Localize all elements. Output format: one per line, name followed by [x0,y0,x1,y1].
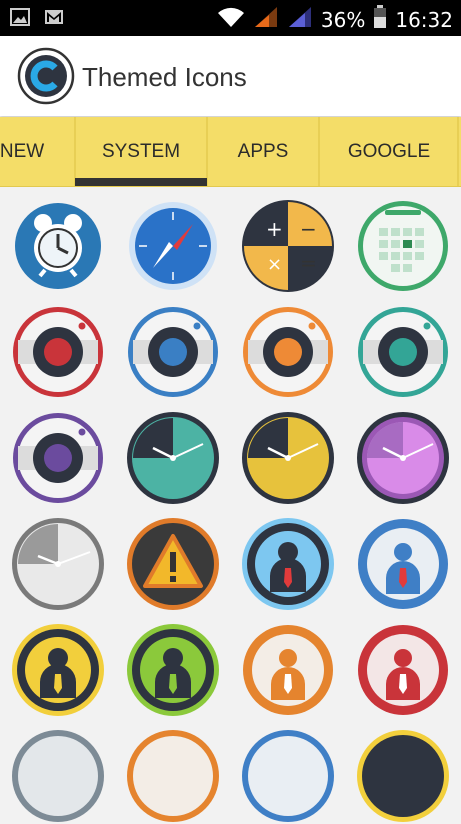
clock-yellow-icon[interactable] [240,410,336,506]
partial-orange-icon[interactable] [125,728,221,824]
tab-apps[interactable]: APPS [208,117,318,186]
clock-purple-icon[interactable] [355,410,451,506]
tab-google[interactable]: GOOGLE [320,117,458,186]
tab-divider [457,117,459,186]
calendar-icon[interactable] [355,198,451,294]
clock-time: 16:32 [395,7,453,32]
partial-blue-icon[interactable] [240,728,336,824]
tab-system[interactable]: SYSTEM [76,117,206,186]
alarm-clock-icon[interactable] [10,198,106,294]
app-logo-icon [17,47,75,105]
app-bar: Themed Icons [0,36,461,116]
wifi-icon [217,6,245,33]
svg-text:=: = [300,251,317,275]
battery-icon [373,5,387,34]
tab-new[interactable]: NEW [0,117,44,186]
contact-green-icon[interactable] [125,622,221,718]
clock-teal-icon[interactable] [125,410,221,506]
contact-lightblue-icon[interactable] [240,516,336,612]
camera-purple-icon[interactable] [10,410,106,506]
contact-blue-icon[interactable] [355,516,451,612]
icon-grid: + − × = [0,186,461,822]
image-icon [10,8,30,30]
partial-yellow-icon[interactable] [355,728,451,824]
tab-indicator [75,178,207,186]
battery-percent: 36% [320,7,366,32]
calculator-icon[interactable]: + − × = [240,198,336,294]
mail-icon [44,8,64,30]
contact-red-icon[interactable] [355,622,451,718]
svg-text:−: − [300,217,317,241]
app-title: Themed Icons [82,62,247,92]
camera-teal-icon[interactable] [355,304,451,400]
signal-icon-2 [287,5,313,34]
camera-red-icon[interactable] [10,304,106,400]
clock-gray-icon[interactable] [10,516,106,612]
warning-icon[interactable] [125,516,221,612]
compass-browser-icon[interactable] [125,198,221,294]
svg-text:+: + [266,217,283,241]
partial-gray-icon[interactable] [10,728,106,824]
tab-bar: NEW SYSTEM APPS GOOGLE [0,117,461,187]
signal-icon-1 [253,5,279,34]
contact-yellow-icon[interactable] [10,622,106,718]
status-bar: 36% 16:32 [0,0,461,36]
camera-orange-icon[interactable] [240,304,336,400]
camera-blue-icon[interactable] [125,304,221,400]
contact-orange-icon[interactable] [240,622,336,718]
svg-text:×: × [267,254,282,275]
